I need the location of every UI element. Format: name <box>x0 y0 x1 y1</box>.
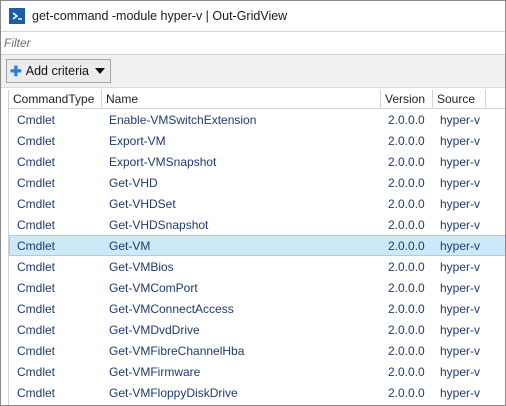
table-row[interactable]: Cmdlet Get-VMFloppyDiskDrive 2.0.0.0 hyper-… <box>9 382 505 403</box>
cell-name: Get-VHDSnapshot <box>109 217 209 232</box>
powershell-icon <box>9 8 25 24</box>
table-row[interactable]: Cmdlet Export-VMSnapshot 2.0.0.0 hyper-v <box>9 151 505 172</box>
table-row[interactable]: Cmdlet Get-VM 2.0.0.0 hyper-v <box>9 235 505 256</box>
cell-name: Export-VM <box>109 133 166 148</box>
cell-commandtype: Cmdlet <box>17 196 56 211</box>
cell-commandtype: Cmdlet <box>17 385 56 400</box>
table-row[interactable]: Cmdlet Get-VHDSet 2.0.0.0 hyper-v <box>9 193 505 214</box>
cell-source: hyper-v <box>440 343 481 358</box>
grid-rows: Cmdlet Enable-VMSwitchExtension 2.0.0.0 hyp… <box>9 109 505 403</box>
column-header-commandtype[interactable]: CommandType <box>9 90 102 108</box>
cell-version: 2.0.0.0 <box>388 322 425 337</box>
add-criteria-button[interactable]: ✚ Add criteria <box>6 59 111 83</box>
cell-version: 2.0.0.0 <box>388 238 425 253</box>
cell-commandtype: Cmdlet <box>17 217 56 232</box>
cell-source: hyper-v <box>440 133 481 148</box>
cell-name: Get-VHD <box>109 175 158 190</box>
cell-source: hyper-v <box>440 364 481 379</box>
out-gridview-window: get-command -module hyper-v | Out-GridVi… <box>0 0 506 406</box>
filter-bar <box>1 31 505 55</box>
cell-source: hyper-v <box>440 154 481 169</box>
cell-commandtype: Cmdlet <box>17 238 56 253</box>
cell-version: 2.0.0.0 <box>388 175 425 190</box>
cell-source: hyper-v <box>440 196 481 211</box>
table-row[interactable]: Cmdlet Get-VHDSnapshot 2.0.0.0 hyper-v <box>9 214 505 235</box>
table-row[interactable]: Cmdlet Get-VMFibreChannelHba 2.0.0.0 hyper-… <box>9 340 505 361</box>
table-row[interactable]: Cmdlet Get-VMConnectAccess 2.0.0.0 hyper-v <box>9 298 505 319</box>
grid-header: CommandType Name Version Source <box>9 90 505 109</box>
cell-version: 2.0.0.0 <box>388 301 425 316</box>
plus-icon: ✚ <box>10 63 22 79</box>
cell-name: Enable-VMSwitchExtension <box>109 112 257 127</box>
cell-version: 2.0.0.0 <box>388 154 425 169</box>
table-row[interactable]: Cmdlet Enable-VMSwitchExtension 2.0.0.0 hyp… <box>9 109 505 130</box>
cell-name: Get-VMComPort <box>109 280 198 295</box>
cell-commandtype: Cmdlet <box>17 154 56 169</box>
cell-name: Get-VMConnectAccess <box>109 301 234 316</box>
cell-version: 2.0.0.0 <box>388 112 425 127</box>
cell-source: hyper-v <box>440 259 481 274</box>
column-header-source[interactable]: Source <box>433 90 486 108</box>
cell-source: hyper-v <box>440 322 481 337</box>
cell-version: 2.0.0.0 <box>388 217 425 232</box>
criteria-bar: ✚ Add criteria <box>1 55 505 88</box>
table-row[interactable]: Cmdlet Get-VMComPort 2.0.0.0 hyper-v <box>9 277 505 298</box>
filter-input[interactable] <box>4 36 494 50</box>
cell-version: 2.0.0.0 <box>388 280 425 295</box>
cell-name: Get-VMFloppyDiskDrive <box>109 385 238 400</box>
table-row[interactable]: Cmdlet Get-VHD 2.0.0.0 hyper-v <box>9 172 505 193</box>
cell-version: 2.0.0.0 <box>388 343 425 358</box>
cell-source: hyper-v <box>440 112 481 127</box>
window-title: get-command -module hyper-v | Out-GridVi… <box>32 9 288 23</box>
title-bar[interactable]: get-command -module hyper-v | Out-GridVi… <box>1 1 505 31</box>
cell-version: 2.0.0.0 <box>388 364 425 379</box>
cell-commandtype: Cmdlet <box>17 301 56 316</box>
table-row[interactable]: Cmdlet Get-VMFirmware 2.0.0.0 hyper-v <box>9 361 505 382</box>
table-row[interactable]: Cmdlet Get-VMBios 2.0.0.0 hyper-v <box>9 256 505 277</box>
cell-commandtype: Cmdlet <box>17 112 56 127</box>
table-row[interactable]: Cmdlet Get-VMDvdDrive 2.0.0.0 hyper-v <box>9 319 505 340</box>
cell-version: 2.0.0.0 <box>388 196 425 211</box>
cell-source: hyper-v <box>440 238 481 253</box>
cell-name: Get-VM <box>109 238 151 253</box>
cell-source: hyper-v <box>440 385 481 400</box>
column-header-version[interactable]: Version <box>381 90 433 108</box>
cell-commandtype: Cmdlet <box>17 259 56 274</box>
cell-commandtype: Cmdlet <box>17 364 56 379</box>
cell-version: 2.0.0.0 <box>388 385 425 400</box>
results-grid[interactable]: CommandType Name Version Source Cmdlet En… <box>8 90 505 405</box>
cell-version: 2.0.0.0 <box>388 259 425 274</box>
cell-name: Get-VMFirmware <box>109 364 201 379</box>
cell-commandtype: Cmdlet <box>17 322 56 337</box>
cell-commandtype: Cmdlet <box>17 280 56 295</box>
chevron-down-icon <box>94 68 105 74</box>
cell-source: hyper-v <box>440 175 481 190</box>
cell-name: Export-VMSnapshot <box>109 154 217 169</box>
column-header-name[interactable]: Name <box>102 90 381 108</box>
cell-commandtype: Cmdlet <box>17 175 56 190</box>
cell-name: Get-VMFibreChannelHba <box>109 343 245 358</box>
cell-source: hyper-v <box>440 280 481 295</box>
cell-version: 2.0.0.0 <box>388 133 425 148</box>
cell-name: Get-VHDSet <box>109 196 176 211</box>
table-row[interactable]: Cmdlet Export-VM 2.0.0.0 hyper-v <box>9 130 505 151</box>
cell-source: hyper-v <box>440 217 481 232</box>
add-criteria-label: Add criteria <box>25 64 89 78</box>
cell-source: hyper-v <box>440 301 481 316</box>
cell-commandtype: Cmdlet <box>17 343 56 358</box>
cell-name: Get-VMBios <box>109 259 174 274</box>
cell-name: Get-VMDvdDrive <box>109 322 200 337</box>
cell-commandtype: Cmdlet <box>17 133 56 148</box>
